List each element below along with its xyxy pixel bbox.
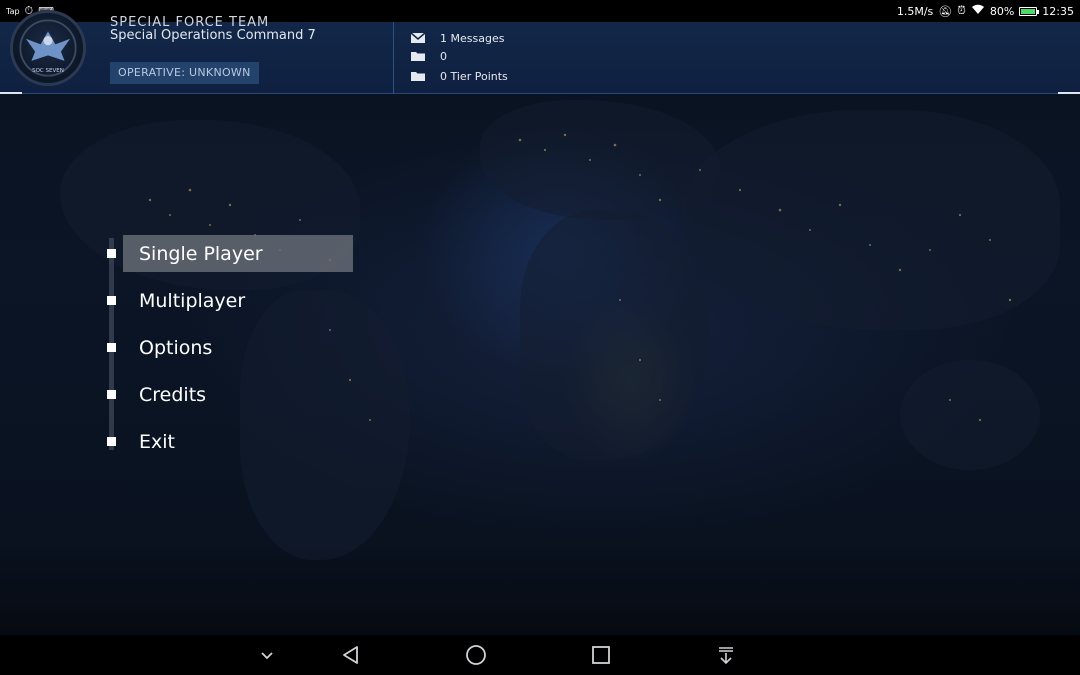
clock: 12:35 [1042,4,1074,18]
operative-badge[interactable]: OPERATIVE: UNKNOWN [110,62,259,84]
menu-bullet [107,296,116,305]
messages-count: 1 Messages [440,31,505,45]
game-subtitle: Special Operations Command 7 [110,28,316,43]
network-speed: 1.5M/s [896,4,934,18]
header-accent-right [1058,92,1080,94]
messages-stat[interactable]: 1 Messages [410,30,504,46]
wifi-icon [971,4,985,18]
chevron-down-icon[interactable] [256,644,278,666]
game-main-menu-screen: Tap ⏱ ⌨ 1.5M/s 🔕︎ ⏰︎ 80% 12:35 SOC SEVEN [0,0,1080,675]
menu-item-multiplayer[interactable]: Multiplayer [107,282,353,319]
menu-item-label: Single Player [123,235,353,272]
menu-bullet [107,249,116,258]
folder-icon [410,70,426,82]
menu-item-label: Options [139,336,213,359]
menu-bullet [107,437,116,446]
home-icon[interactable] [465,644,487,666]
menu-item-exit[interactable]: Exit [107,423,353,460]
tier-points-value: 0 Tier Points [440,69,508,83]
menu-bullet [107,390,116,399]
mail-icon [410,32,426,44]
header-accent-left [0,92,22,94]
menu-item-label: Multiplayer [139,289,246,312]
alarm-icon: ⏰︎ [957,4,966,17]
folder-icon [410,50,426,62]
currency-value: 0 [440,49,447,63]
profile-header: SOC SEVEN SPECIAL FORCE TEAM Special Ope… [0,10,1080,94]
menu-item-label: Credits [139,383,207,406]
menu-item-label: Exit [139,430,175,453]
svg-text:SOC SEVEN: SOC SEVEN [32,68,64,74]
back-icon[interactable] [340,644,362,666]
tier-points-stat: 0 Tier Points [410,68,508,84]
menu-item-single-player[interactable]: Single Player [107,235,353,272]
recents-icon[interactable] [590,644,612,666]
system-navigation-bar [0,635,1080,675]
pull-down-icon[interactable] [715,644,737,666]
menu-bullet [107,343,116,352]
header-divider [393,22,394,94]
battery-percent: 80% [989,4,1015,18]
menu-item-options[interactable]: Options [107,329,353,366]
menu-item-credits[interactable]: Credits [107,376,353,413]
currency-stat: 0 [410,48,447,64]
battery-icon [1019,6,1040,16]
mute-icon: 🔕︎ [938,4,953,18]
soc-seven-logo: SOC SEVEN [10,10,86,86]
